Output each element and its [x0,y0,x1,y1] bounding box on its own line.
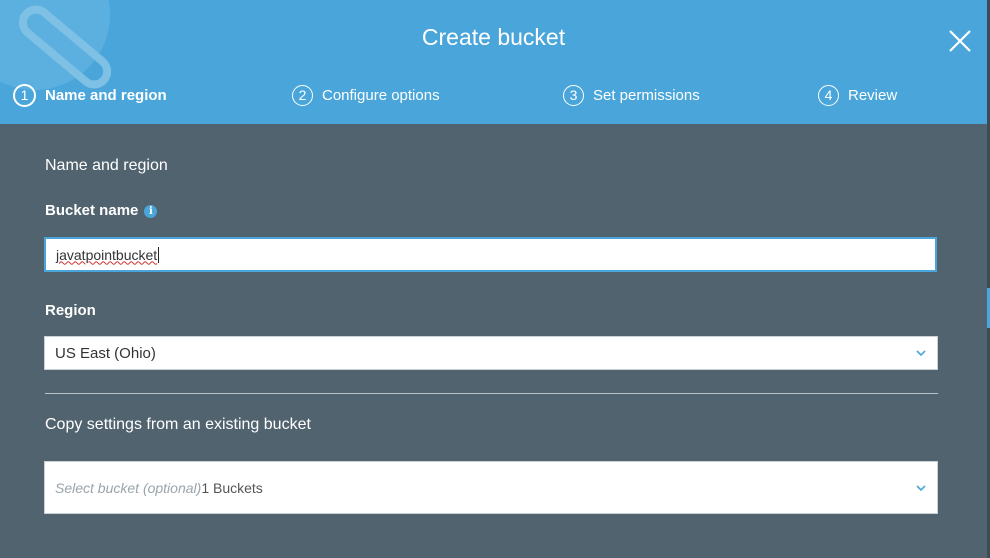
step-configure-options[interactable]: 2 Configure options [292,81,440,109]
dialog-header: Create bucket 1 Name and region 2 Config… [0,0,987,124]
bucket-count: 1 Buckets [201,479,263,496]
section-title: Name and region [45,157,168,174]
bucket-name-label: Bucket name i [45,202,158,219]
bucket-name-label-text: Bucket name [45,202,139,219]
divider [45,393,938,394]
step-number: 2 [292,84,313,106]
copy-bucket-placeholder: Select bucket (optional) [55,479,202,496]
text-caret [158,246,160,263]
copy-settings-title: Copy settings from an existing bucket [45,416,311,433]
dialog-title: Create bucket [421,24,566,50]
region-label: Region [45,302,96,319]
region-value: US East (Ohio) [55,344,156,362]
step-label: Name and region [45,86,167,104]
step-review[interactable]: 4 Review [818,81,897,109]
region-select[interactable]: US East (Ohio) [44,336,938,370]
bucket-name-input[interactable]: javatpointbucket [44,237,937,272]
step-label: Set permissions [593,86,700,104]
step-number: 4 [818,84,839,106]
chevron-down-icon [916,484,926,491]
close-icon[interactable] [946,27,974,55]
step-set-permissions[interactable]: 3 Set permissions [563,81,700,109]
step-number: 1 [13,83,36,107]
wizard-steps: 1 Name and region 2 Configure options 3 … [0,81,987,109]
step-label: Configure options [322,86,440,104]
copy-bucket-select[interactable]: Select bucket (optional) 1 Buckets [44,461,938,514]
bucket-name-value: javatpointbucket [56,246,158,263]
step-name-and-region[interactable]: 1 Name and region [13,81,167,109]
chevron-down-icon [916,350,926,357]
info-icon[interactable]: i [144,205,158,218]
step-number: 3 [563,84,584,106]
step-label: Review [848,86,898,104]
